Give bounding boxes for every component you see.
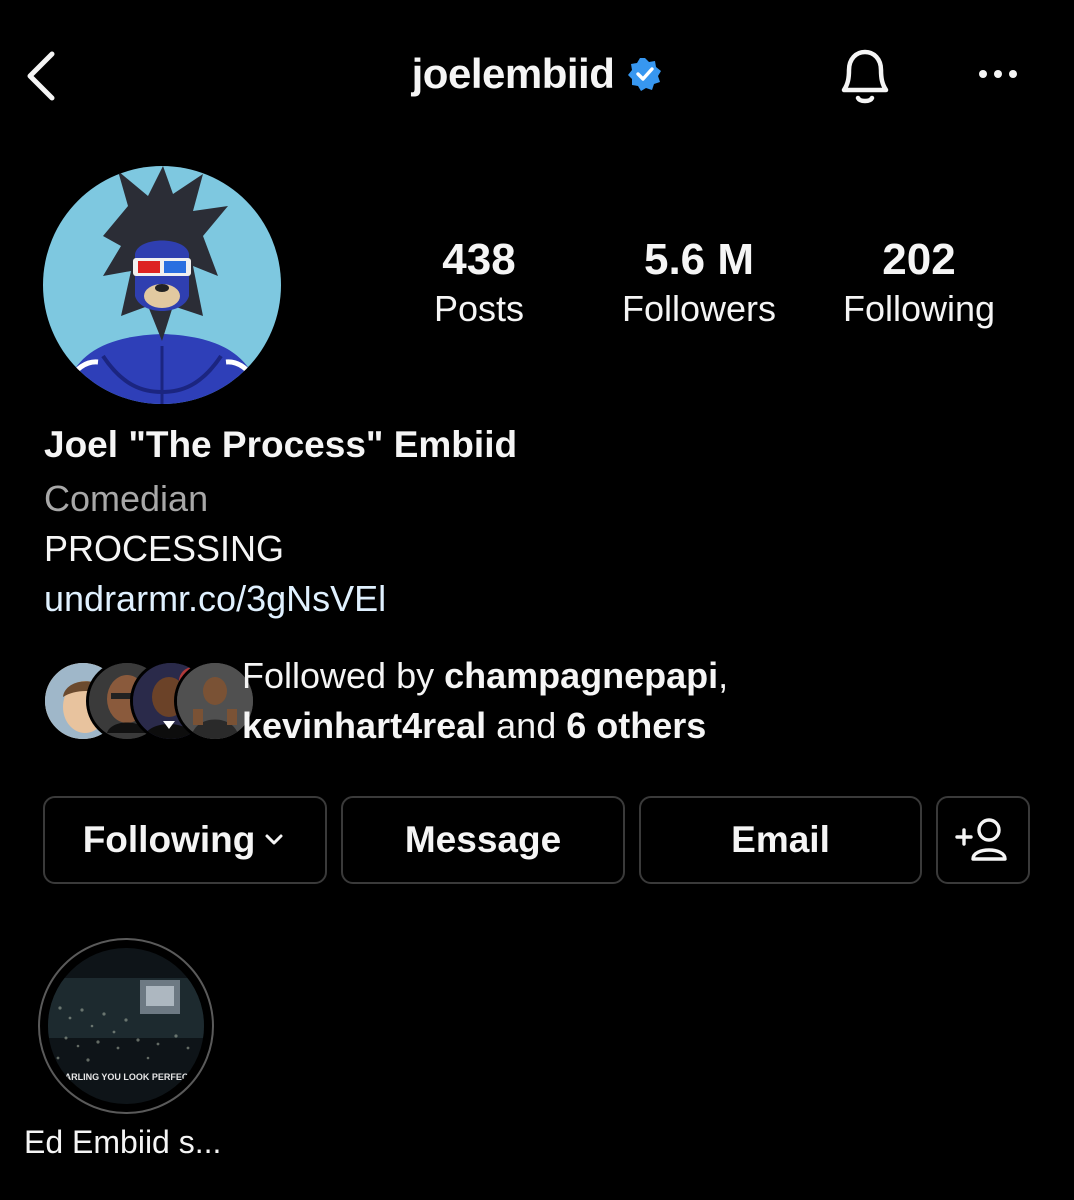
username: joelembiid [411, 50, 615, 97]
followers-label: Followers [621, 288, 777, 329]
and-separator: and [486, 705, 567, 746]
mutual-user-2: kevinhart4real [242, 705, 487, 746]
following-button[interactable]: Following [43, 796, 327, 884]
followers-stat[interactable]: 5.6 M Followers [589, 232, 809, 330]
bell-icon [841, 49, 889, 104]
following-stat[interactable]: 202 Following [809, 232, 1029, 330]
posts-stat[interactable]: 438 Posts [369, 232, 589, 330]
following-button-label: Following [82, 819, 256, 860]
avatar-image [43, 166, 281, 404]
posts-label: Posts [433, 288, 525, 329]
highlight-overlay-text: DARLING YOU LOOK PERFECT [58, 1072, 194, 1082]
highlight-thumbnail: DARLING YOU LOOK PERFECT [48, 948, 204, 1104]
chevron-down-icon [265, 834, 283, 845]
email-button[interactable]: Email [639, 796, 922, 884]
comma-separator: , [718, 655, 729, 696]
more-options-button[interactable] [966, 48, 1030, 100]
mutual-followers-avatars[interactable] [42, 660, 256, 742]
profile-category: Comedian [44, 478, 209, 519]
followed-by-text[interactable]: Followed by champagnepapi, kevinhart4rea… [242, 651, 1042, 751]
story-highlight[interactable]: DARLING YOU LOOK PERFECT [38, 938, 214, 1114]
following-label: Following [842, 288, 996, 329]
bio-link[interactable]: undrarmr.co/3gNsVEl [44, 578, 386, 620]
profile-avatar[interactable] [43, 166, 281, 404]
verified-badge-icon [628, 58, 662, 91]
posts-count: 438 [442, 235, 516, 284]
profile-name: Joel "The Process" Embiid [44, 424, 518, 465]
mutual-others-count: 6 others [566, 705, 707, 746]
mutual-user-1: champagnepapi [444, 655, 719, 696]
followers-count: 5.6 M [643, 235, 755, 284]
notifications-button[interactable] [830, 40, 900, 112]
bio-text: PROCESSING [44, 528, 285, 569]
followed-by-prefix: Followed by [242, 655, 445, 696]
more-horizontal-icon [979, 70, 1017, 78]
add-person-icon [955, 818, 1007, 861]
highlight-label[interactable]: Ed Embiid s... [24, 1124, 221, 1161]
message-button-label: Message [404, 819, 562, 860]
message-button[interactable]: Message [341, 796, 625, 884]
suggested-users-button[interactable] [936, 796, 1030, 884]
following-count: 202 [882, 235, 956, 284]
email-button-label: Email [731, 819, 830, 860]
page-title: joelembiid [0, 50, 1074, 98]
